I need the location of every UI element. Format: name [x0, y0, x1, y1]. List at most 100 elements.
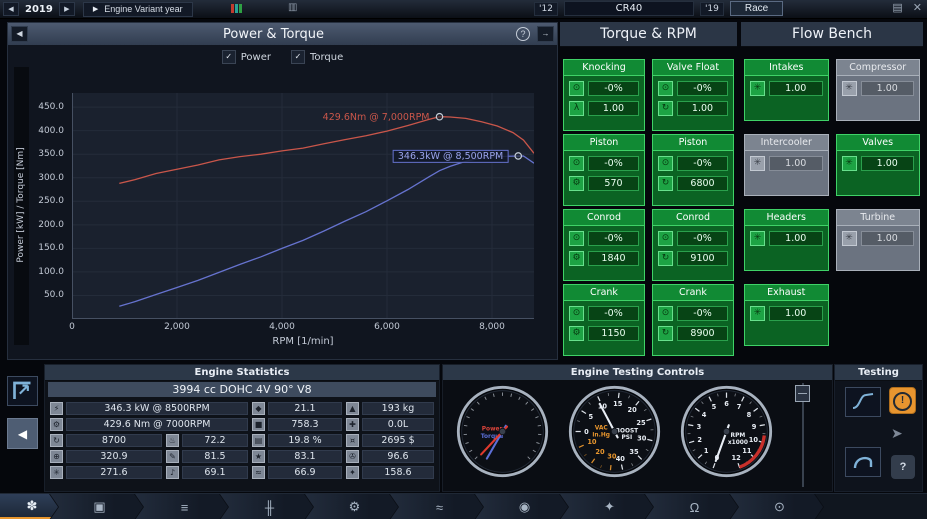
dyno-plot: 429.6Nm @ 7,000RPM 346.3kW @ 8,500RPM [72, 93, 534, 319]
graph-button[interactable] [845, 387, 881, 417]
tab-crankshaft[interactable]: ≡ [135, 494, 228, 519]
power-checkbox[interactable]: ✓ [221, 50, 236, 64]
tab-engine-family[interactable]: ✽ [0, 494, 58, 519]
fan-icon: ✳ [750, 156, 765, 171]
y-tick-label: 250.0 [38, 196, 64, 207]
efficiency-icon: ▤ [252, 434, 265, 447]
smoothness-icon: ≈ [252, 466, 265, 479]
tab-valvetrain[interactable]: ≈ [390, 494, 483, 519]
card-row: ⊙ -0% [569, 306, 639, 321]
gauge-label: RPM [731, 433, 746, 439]
question-icon: ? [520, 29, 526, 39]
power-icon: ⚡ [50, 402, 63, 415]
rpm-gauge-face: 0123456789101112RPMx1000 [680, 385, 773, 478]
gauge-tick-label: 25 [636, 419, 646, 427]
card-value: -0% [677, 156, 728, 171]
back-arrow-icon: ◀ [16, 29, 23, 38]
slider-thumb[interactable] [795, 385, 810, 402]
tab-conrods[interactable]: ╫ [220, 494, 313, 519]
gauge-cluster: Power Torque 0 5 10 15 20 25 30 35 40 10 20 30 VAC in.H… [449, 384, 774, 479]
stat-value: 19.8 % [268, 434, 342, 447]
emissions-icon: ✳ [50, 466, 63, 479]
fuel-icon: ✦ [604, 499, 615, 514]
trim-tab-race[interactable]: Race [729, 1, 784, 16]
notes-button[interactable]: ▤ [890, 1, 904, 16]
x-tick-label: 6,000 [374, 322, 400, 332]
card-row: ↻ 1.00 [658, 101, 728, 116]
model-name-tab[interactable]: CR40 [563, 1, 694, 16]
stat-rpm: ↻ 8700 [50, 434, 162, 447]
tab-dyno[interactable]: ⊙ [730, 494, 823, 519]
card-row: ✳ 1.00 [841, 81, 914, 96]
card-title: Exhaust [745, 285, 828, 301]
stat-cost: ¤ 2695 $ [346, 434, 434, 447]
power-curve [119, 155, 534, 307]
alert-button[interactable]: ! [889, 387, 916, 414]
manhours-icon: ⊕ [50, 450, 63, 463]
stat-value: 193 kg [362, 402, 434, 415]
torque-checkbox[interactable]: ✓ [290, 50, 305, 64]
service-icon: ✇ [346, 450, 359, 463]
next-year-button[interactable]: ▶ [58, 2, 75, 16]
close-button[interactable]: ✕ [911, 1, 924, 16]
engine-variant-year-button[interactable]: ▶ Engine Variant year [82, 1, 193, 17]
x-tick-label: 2,000 [164, 322, 190, 332]
expand-view-button[interactable] [7, 376, 38, 406]
lambda-icon: λ [569, 101, 584, 116]
card-valve-float-1: Valve Float ⊙ -0% ↻ 1.00 [652, 59, 734, 131]
testing-controls-title: Engine Testing Controls [443, 365, 832, 381]
back-button[interactable]: ◀ [7, 418, 38, 449]
gauge-icon: ⊙ [658, 231, 673, 246]
gauge-icon: ⊙ [569, 81, 584, 96]
throttle-slider[interactable] [795, 383, 811, 487]
help-button[interactable]: ? [891, 455, 915, 479]
next-step-button[interactable]: ➤ [891, 425, 903, 442]
stat-value: 320.9 [66, 450, 162, 463]
card-crank-6: Crank ⊙ -0% ⚙ 1150 [563, 284, 645, 356]
stat-efficiency: ▤ 19.8 % [252, 434, 342, 447]
stat-value: 8700 [66, 434, 162, 447]
card-headers: Headers ✳ 1.00 [744, 209, 829, 271]
stat-weight: ▲ 193 kg [346, 402, 434, 415]
dyno-run-button[interactable] [845, 447, 881, 477]
card-row: ⊙ -0% [569, 156, 639, 171]
tab-fuel-system[interactable]: ✦ [560, 494, 653, 519]
card-row: ⚙ 1150 [569, 326, 639, 341]
x-axis-title: RPM [1/min] [272, 336, 334, 347]
gauge-tick-label: 10 [749, 436, 759, 444]
tab-bottom-end[interactable]: ▣ [50, 494, 143, 519]
stat-service: ✇ 96.6 [346, 450, 434, 463]
loudness-icon: ♪ [166, 466, 179, 479]
tab-exhaust[interactable]: Ω [645, 494, 738, 519]
engine-statistics-panel: Engine Statistics 3994 cc DOHC 4V 90° V8… [44, 364, 440, 492]
fan-icon: ✳ [750, 231, 765, 246]
card-row: ⊙ -0% [658, 81, 728, 96]
previous-graph-button[interactable]: ◀ [11, 26, 28, 42]
stat-power: ⚡ 346.3 kW @ 8500RPM [50, 402, 248, 415]
question-icon: ? [899, 461, 907, 473]
chart-title: Power & Torque [223, 26, 324, 42]
load-gauge-face: PowerTorque [456, 385, 549, 478]
previous-year-button[interactable]: ◀ [3, 2, 19, 16]
gauge-tick-label: 3 [697, 423, 702, 431]
stat-torque: ⚙ 429.6 Nm @ 7000RPM [50, 418, 248, 431]
wrench-icon: ⚙ [569, 251, 584, 266]
stat-value: 0.0L [362, 418, 434, 431]
tachometer-icon: ↻ [658, 101, 673, 116]
top-bar: ◀ 2019 ▶ ▶ Engine Variant year ▥ '12 CR4… [0, 0, 927, 19]
tooling-icon: ✎ [166, 450, 179, 463]
weight-icon: ▲ [346, 402, 359, 415]
card-value: -0% [677, 306, 728, 321]
back-arrow-icon: ◀ [17, 426, 28, 441]
notes-icon: ▤ [892, 2, 903, 14]
tab-head[interactable]: ⚙ [305, 494, 398, 519]
card-row: ⚙ 1840 [569, 251, 639, 266]
next-graph-button[interactable]: → [537, 26, 554, 42]
help-circle-button[interactable]: ? [516, 27, 530, 41]
turbo-icon: ◉ [518, 499, 531, 514]
gauge-tick-label: 15 [613, 400, 623, 408]
marker-teal [235, 4, 238, 13]
card-title: Valves [836, 135, 919, 151]
tab-aspiration[interactable]: ◉ [475, 494, 568, 519]
card-value: 570 [588, 176, 639, 191]
